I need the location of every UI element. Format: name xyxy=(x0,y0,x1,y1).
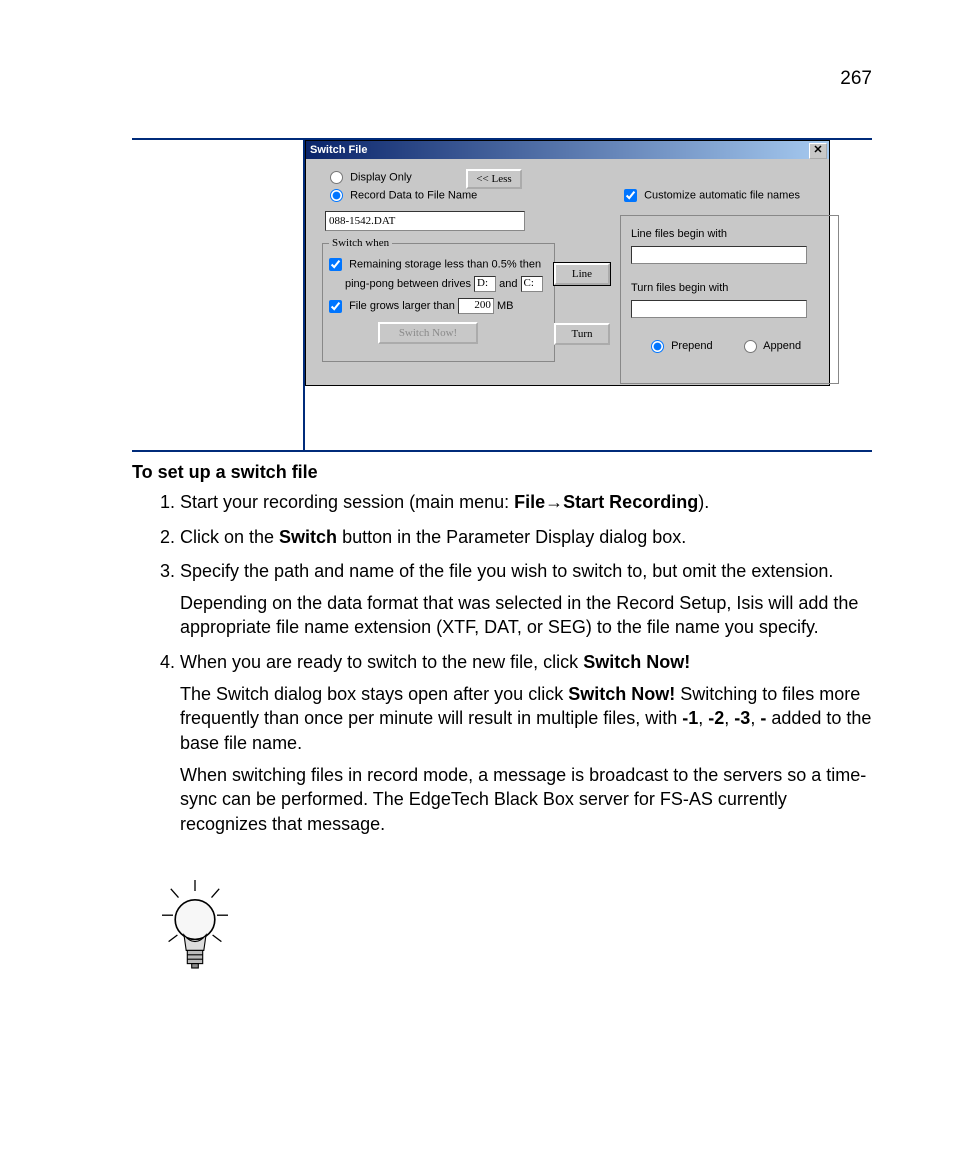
prepend-label: Prepend xyxy=(671,340,713,352)
switch-when-group: Switch when Remaining storage less than … xyxy=(322,243,555,362)
doc-text: To set up a switch file Start your recor… xyxy=(132,460,872,846)
line-button[interactable]: Line xyxy=(554,263,610,285)
radio-prepend[interactable]: Prepend xyxy=(651,340,713,352)
switch-file-dialog: Switch File ✕ Display Only Record Data t… xyxy=(305,140,830,386)
s1-arrow: → xyxy=(545,492,563,512)
radio-record-data[interactable]: Record Data to File Name xyxy=(330,189,477,202)
customize-group: Line files begin with Turn files begin w… xyxy=(620,215,839,384)
doc-heading: To set up a switch file xyxy=(132,460,872,484)
check-file-grows[interactable]: File grows larger than 200 MB xyxy=(329,298,513,314)
check-remaining-storage[interactable]: Remaining storage less than 0.5% then xyxy=(329,258,541,271)
pingpong-row: ping-pong between drives D: and C: xyxy=(345,276,543,292)
s4p-d2: -2 xyxy=(708,708,724,728)
turn-files-input[interactable] xyxy=(631,300,807,318)
turn-files-label: Turn files begin with xyxy=(631,282,728,294)
s1-c: Start Recording xyxy=(563,492,698,512)
radio-display-only[interactable]: Display Only xyxy=(330,171,412,184)
s3: Specify the path and name of the file yo… xyxy=(180,561,833,581)
filename-input[interactable] xyxy=(325,211,525,231)
size-input[interactable]: 200 xyxy=(458,298,494,314)
s4-b: Switch Now! xyxy=(583,652,690,672)
s4-a: When you are ready to switch to the new … xyxy=(180,652,583,672)
s4p-d3: -3 xyxy=(734,708,750,728)
prepend-append-row: Prepend Append xyxy=(651,340,829,353)
s4p-a: The Switch dialog box stays open after y… xyxy=(180,684,568,704)
s2-c: button in the Parameter Display dialog b… xyxy=(337,527,686,547)
s3-p: Depending on the data format that was se… xyxy=(180,591,872,640)
step-1: Start your recording session (main menu:… xyxy=(180,490,872,514)
s1-a: Start your recording session (main menu: xyxy=(180,492,514,512)
dialog-body: Display Only Record Data to File Name <<… xyxy=(306,159,829,385)
turn-button[interactable]: Turn xyxy=(554,323,610,345)
s1-b: File xyxy=(514,492,545,512)
radio-display-only-label: Display Only xyxy=(350,171,412,183)
append-label: Append xyxy=(763,340,801,352)
lightbulb-icon xyxy=(160,880,230,995)
close-button[interactable]: ✕ xyxy=(809,143,827,159)
grows-text-b: MB xyxy=(497,300,514,312)
s1-d: ). xyxy=(698,492,709,512)
grows-text-a: File grows larger than xyxy=(349,300,455,312)
line-files-input[interactable] xyxy=(631,246,807,264)
s4p-b: Switch Now! xyxy=(568,684,675,704)
radio-record-data-label: Record Data to File Name xyxy=(350,189,477,201)
customize-label: Customize automatic file names xyxy=(644,189,800,201)
drive1-input[interactable]: D: xyxy=(474,276,496,292)
radio-append[interactable]: Append xyxy=(744,340,801,352)
pingpong-text-b: and xyxy=(499,278,517,290)
switch-now-button[interactable]: Switch Now! xyxy=(378,322,478,344)
s4-note: When switching files in record mode, a m… xyxy=(180,763,872,836)
step-2: Click on the Switch button in the Parame… xyxy=(180,525,872,549)
s2-b: Switch xyxy=(279,527,337,547)
s4p-d1: -1 xyxy=(682,708,698,728)
switch-when-legend: Switch when xyxy=(329,237,392,249)
less-button[interactable]: << Less xyxy=(466,169,522,189)
pingpong-text-a: ping-pong between drives xyxy=(345,278,471,290)
step-3: Specify the path and name of the file yo… xyxy=(180,559,872,640)
s2-a: Click on the xyxy=(180,527,279,547)
remaining-label: Remaining storage less than 0.5% then xyxy=(349,258,541,270)
rule-bottom xyxy=(132,450,872,452)
step-4: When you are ready to switch to the new … xyxy=(180,650,872,836)
line-files-label: Line files begin with xyxy=(631,228,727,240)
dialog-titlebar[interactable]: Switch File ✕ xyxy=(306,141,829,159)
s4-p: The Switch dialog box stays open after y… xyxy=(180,682,872,755)
page-number: 267 xyxy=(840,68,872,90)
dialog-title: Switch File xyxy=(310,144,367,156)
drive2-input[interactable]: C: xyxy=(521,276,543,292)
check-customize-names[interactable]: Customize automatic file names xyxy=(624,189,800,202)
